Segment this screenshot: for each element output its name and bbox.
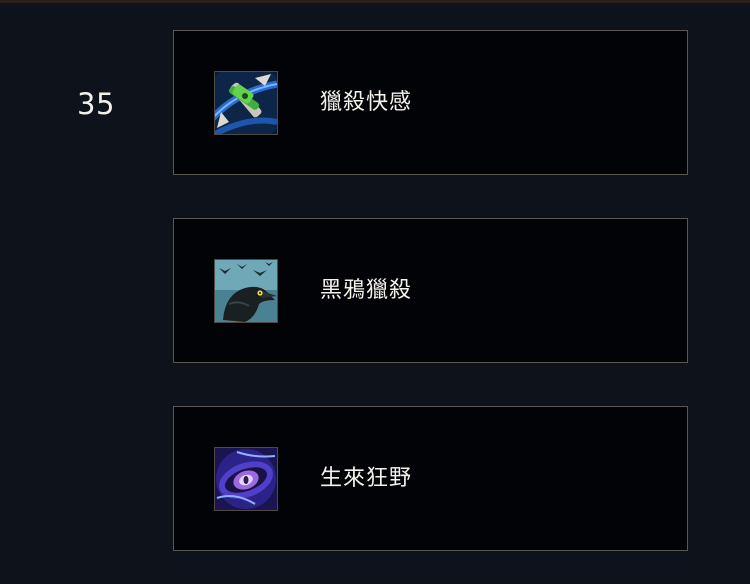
crossbow-rune-icon	[214, 71, 278, 135]
raven-rune-icon	[214, 259, 278, 323]
rune-name: 獵殺快感	[320, 90, 413, 115]
violet-eye-rune-icon	[214, 447, 278, 511]
rune-name: 黑鴉獵殺	[320, 278, 413, 303]
top-divider	[0, 0, 750, 3]
level-label: 35	[77, 87, 115, 121]
rune-name: 生來狂野	[320, 466, 413, 491]
rune-option-3[interactable]: 生來狂野	[173, 406, 688, 551]
rune-option-2[interactable]: 黑鴉獵殺	[173, 218, 688, 363]
rune-option-1[interactable]: 獵殺快感	[173, 30, 688, 175]
